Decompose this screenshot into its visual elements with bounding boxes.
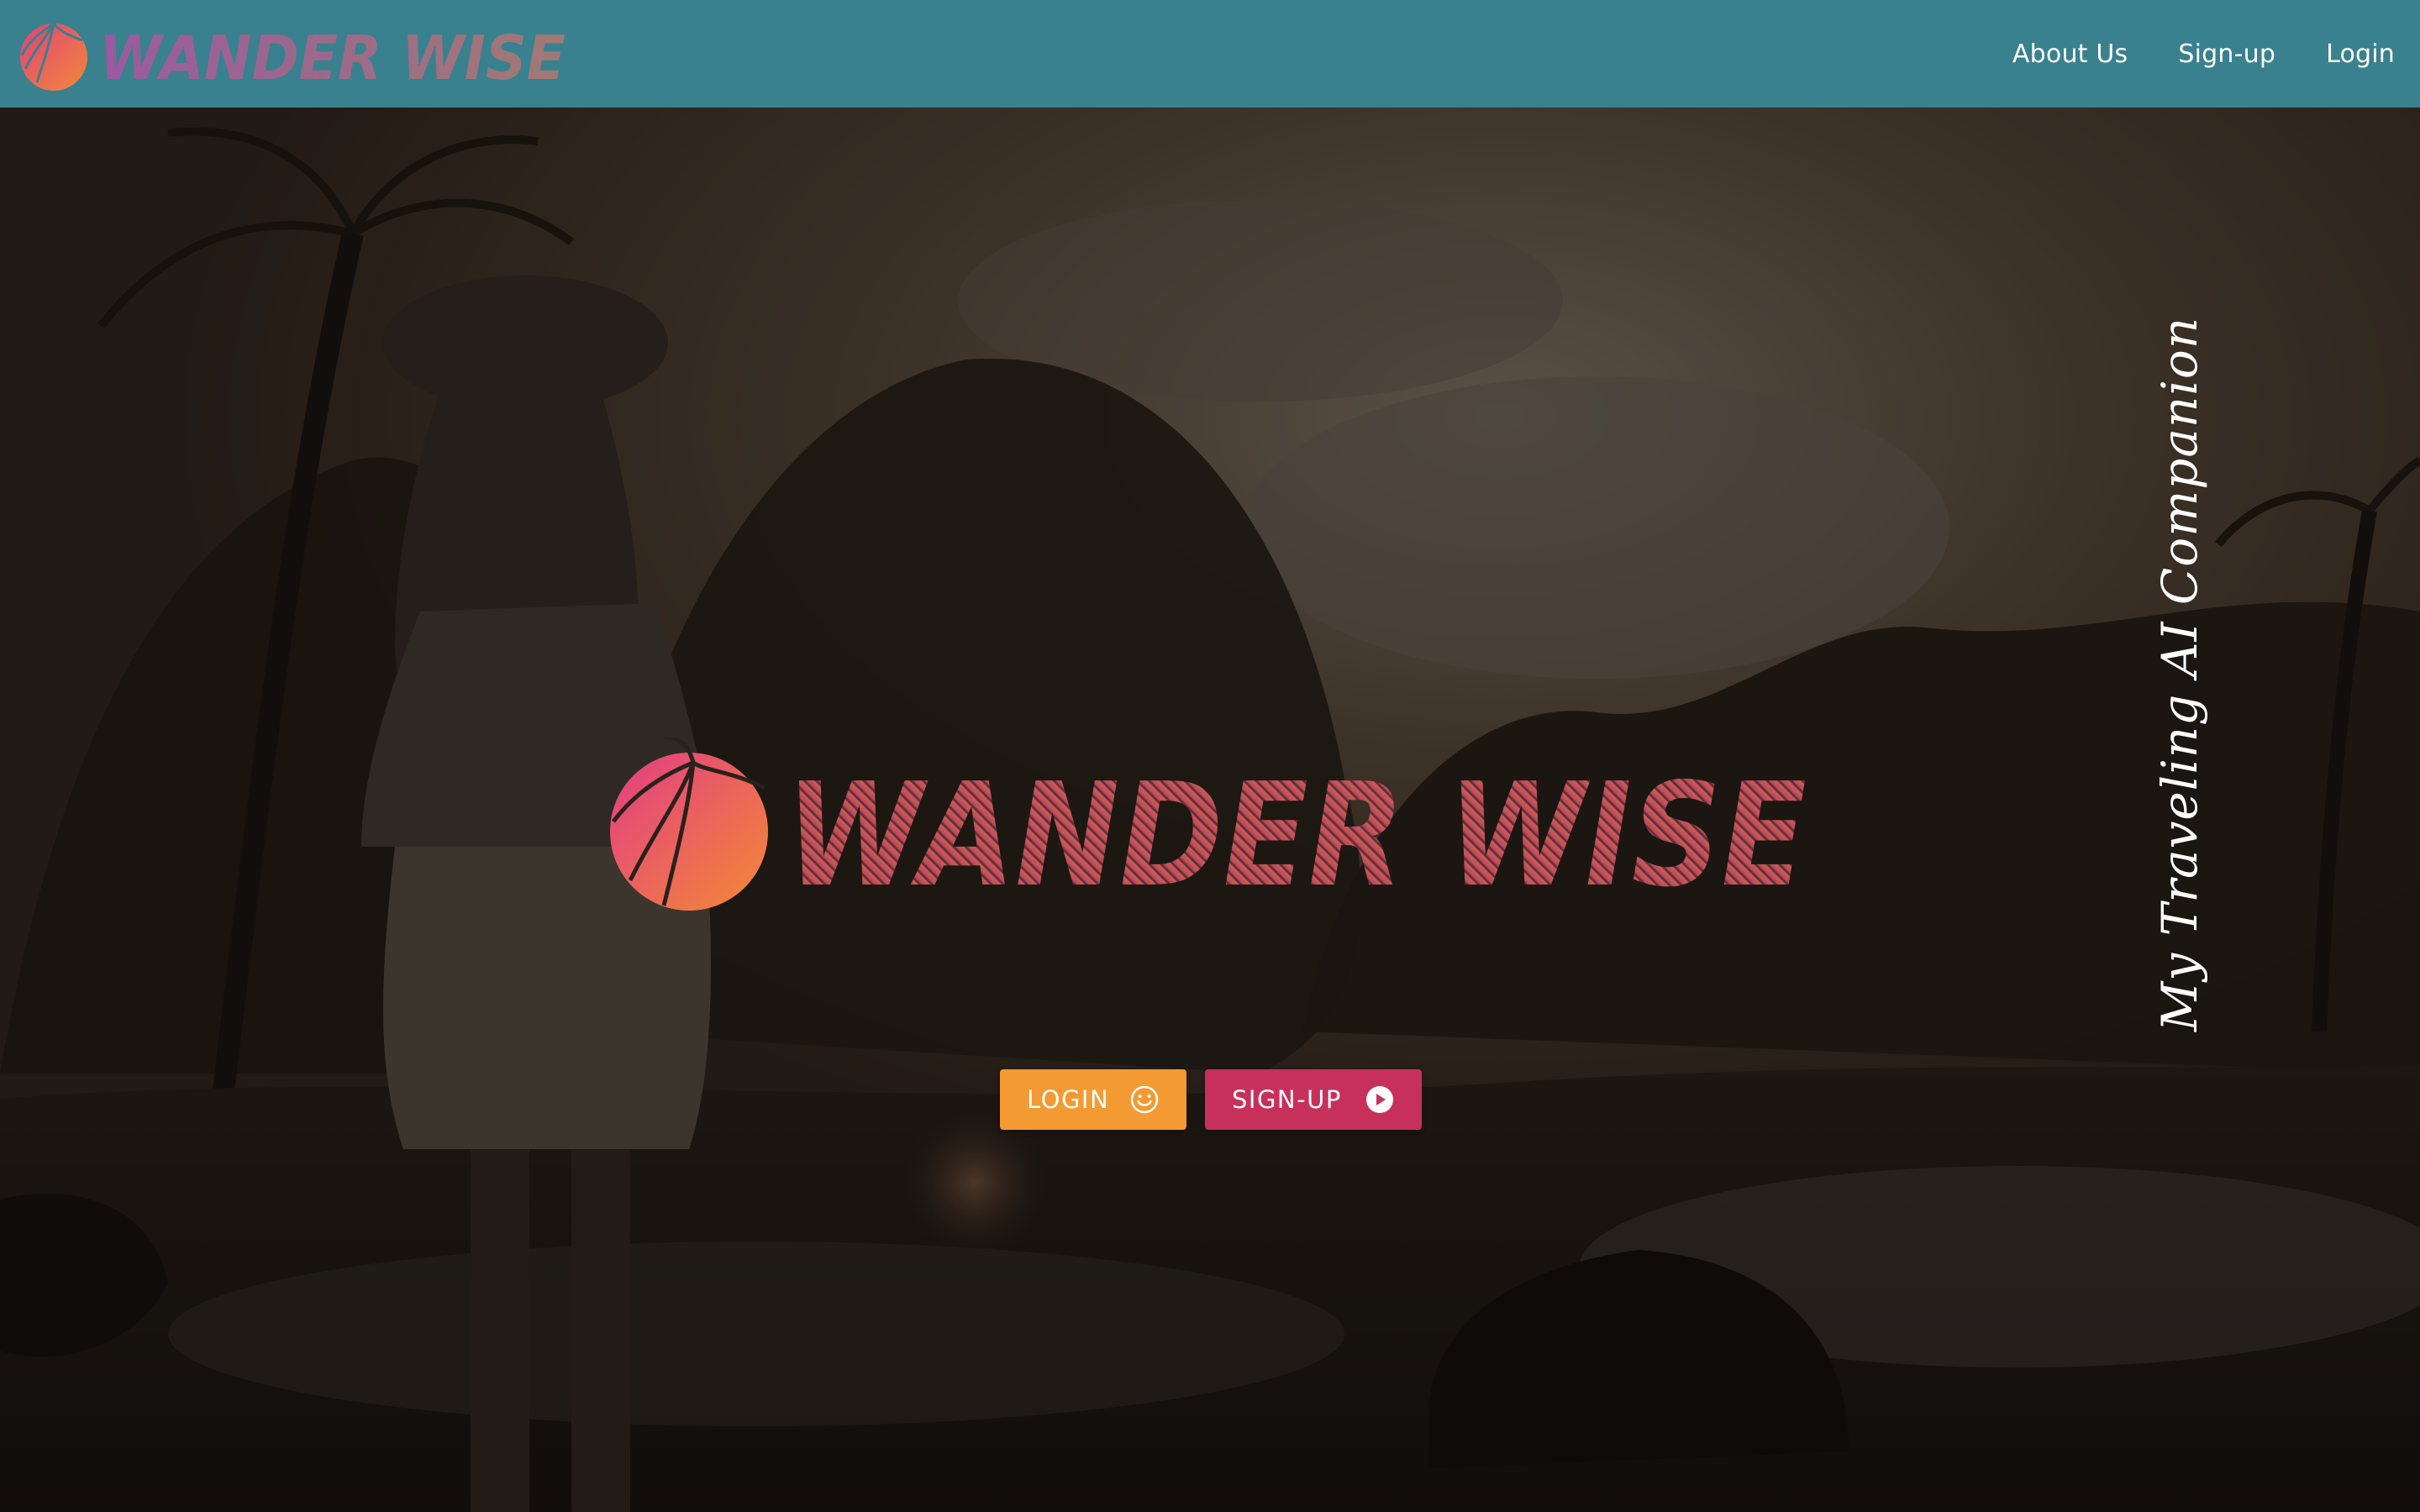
smiley-icon bbox=[1130, 1085, 1159, 1114]
nav-brand-logo[interactable]: WANDER WISE bbox=[17, 15, 571, 92]
hero-brand-logo: WANDER WISE bbox=[610, 738, 1807, 919]
hero-signup-button[interactable]: SIGN-UP bbox=[1205, 1069, 1422, 1130]
nav-link-sign-up[interactable]: Sign-up bbox=[2178, 39, 2275, 69]
hero-brand-text: WANDER WISE bbox=[786, 753, 1807, 919]
nav-brand-text: WANDER WISE bbox=[99, 23, 566, 92]
hero-tagline: My Traveling AI Companion bbox=[2151, 316, 2208, 1032]
hero-signup-label: SIGN-UP bbox=[1232, 1085, 1342, 1114]
top-navbar: WANDER WISE About Us Sign-up Login bbox=[0, 0, 2420, 108]
hero-cta-group: LOGIN SIGN-UP bbox=[1000, 1069, 1422, 1130]
landing-page: WANDER WISE About Us Sign-up Login WANDE… bbox=[0, 0, 2420, 1512]
hero-section: WANDER WISE LOGIN SIGN-UP My Traveling A… bbox=[0, 108, 2420, 1512]
hero-login-label: LOGIN bbox=[1027, 1085, 1110, 1114]
play-circle-icon bbox=[1366, 1086, 1393, 1113]
nav-link-login[interactable]: Login bbox=[2326, 39, 2395, 69]
hero-login-button[interactable]: LOGIN bbox=[1000, 1069, 1186, 1130]
nav-link-about-us[interactable]: About Us bbox=[2012, 39, 2128, 69]
nav-links: About Us Sign-up Login bbox=[2012, 0, 2395, 108]
